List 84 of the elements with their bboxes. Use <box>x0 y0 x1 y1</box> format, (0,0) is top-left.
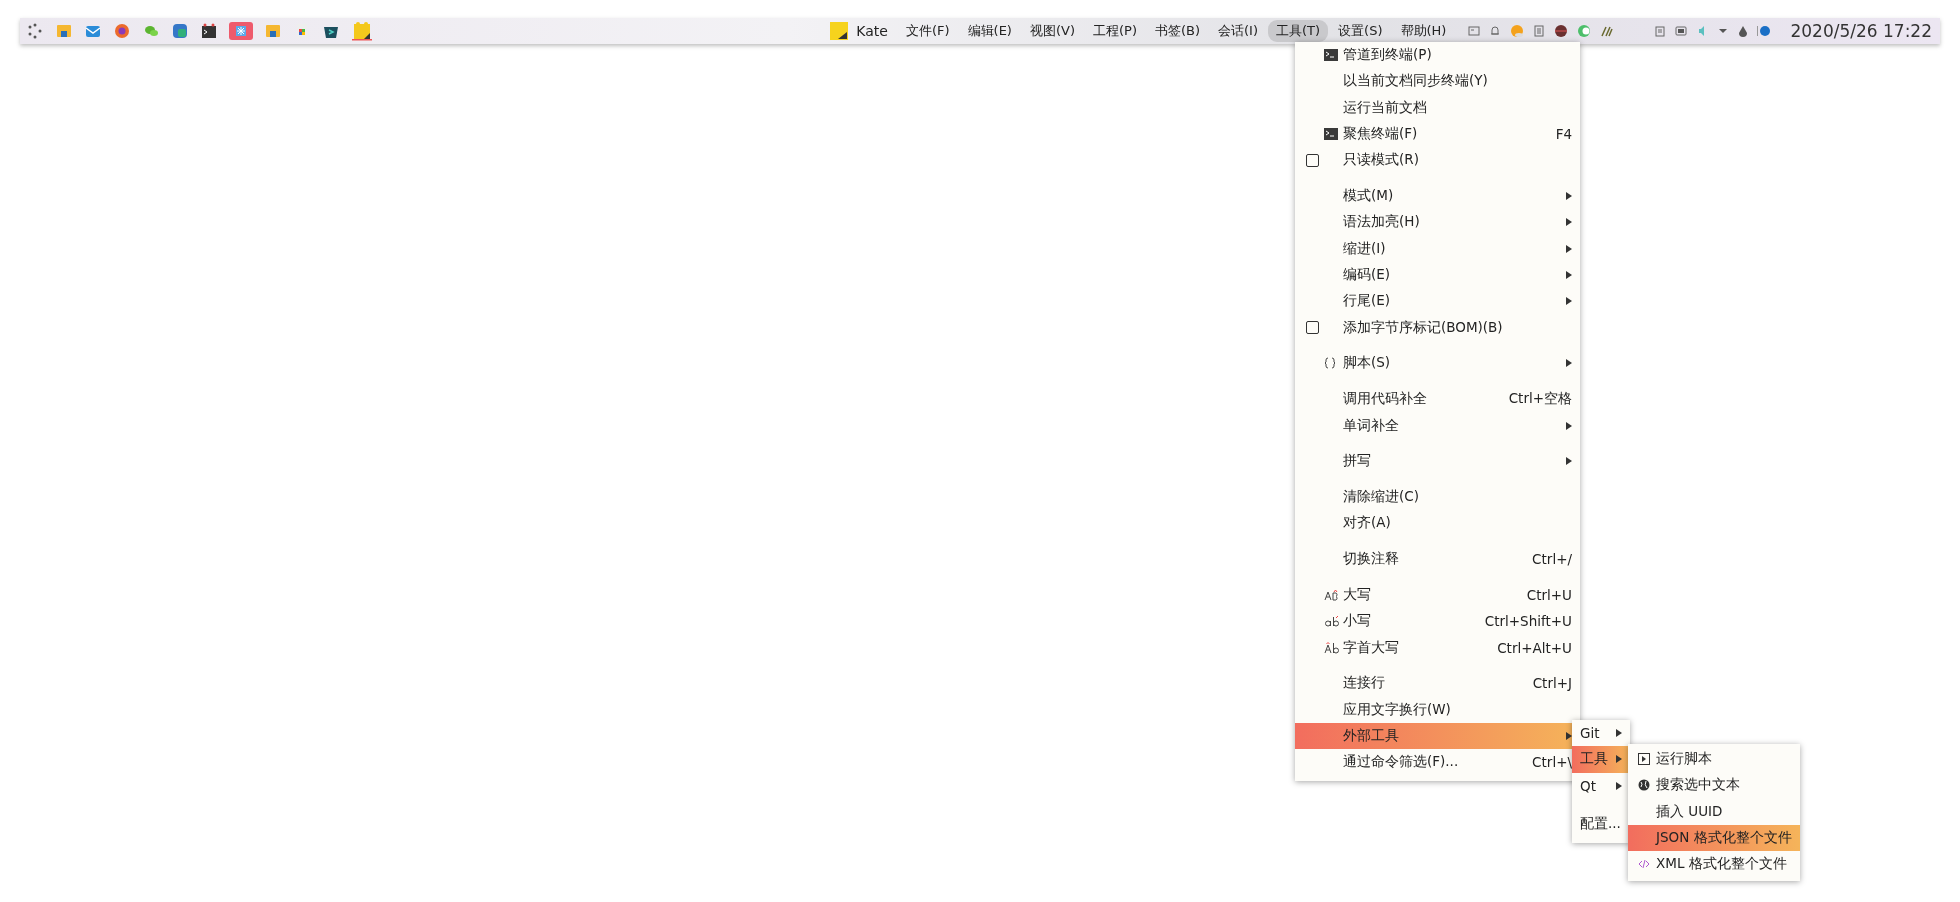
braces-icon <box>1324 357 1336 370</box>
note-icon <box>830 22 849 40</box>
feather-icon[interactable] <box>1600 24 1615 38</box>
menu-bar-item[interactable]: 帮助(H) <box>1392 20 1455 42</box>
submenu-arrow-icon <box>1566 359 1572 368</box>
menu-item[interactable]: 字首大写 Ctrl+Alt+U <box>1295 634 1580 661</box>
menu-item[interactable]: 拼写 <box>1295 448 1580 475</box>
app-icon[interactable] <box>171 22 189 40</box>
submenu-arrow-icon <box>1616 755 1622 764</box>
submenu-arrow-icon <box>1566 731 1572 740</box>
menu-bar-item[interactable]: 会话(I) <box>1210 20 1266 42</box>
menu-item[interactable]: 管道到终端(P) <box>1295 42 1580 69</box>
app-name: Kate <box>856 23 888 39</box>
menu-item[interactable]: 运行当前文档 <box>1295 94 1580 121</box>
bell-icon[interactable] <box>1489 25 1502 37</box>
menu-item[interactable]: 大写 Ctrl+U <box>1295 581 1580 609</box>
menu-item[interactable]: 模式(M) <box>1295 183 1580 210</box>
menu-item[interactable]: 调用代码补全 Ctrl+空格 <box>1295 386 1580 413</box>
menu-bar-item[interactable]: 工程(P) <box>1085 20 1145 42</box>
menu-item[interactable]: 语法加亮(H) <box>1295 209 1580 236</box>
clipboard-icon[interactable] <box>1654 25 1667 37</box>
menu-item[interactable]: 以当前文档同步终端(Y) <box>1295 68 1580 95</box>
ball-icon[interactable] <box>1554 24 1569 38</box>
drive-icon[interactable] <box>1675 25 1688 37</box>
terminal-icon[interactable] <box>200 22 218 40</box>
checkbox[interactable] <box>1306 153 1319 167</box>
terminal-icon <box>1324 128 1338 141</box>
note-icon[interactable] <box>351 21 373 41</box>
submenu-arrow-icon <box>1566 218 1572 227</box>
asterisk-icon[interactable] <box>229 22 253 40</box>
browser-icon[interactable] <box>113 22 131 40</box>
menu-bar-item[interactable]: 书签(B) <box>1146 20 1209 42</box>
menu-item[interactable]: 行尾(E) <box>1295 288 1580 315</box>
submenu-arrow-icon <box>1566 297 1572 306</box>
submenu-arrow-icon <box>1616 781 1622 790</box>
menu-item[interactable]: 清除缩进(C) <box>1295 483 1580 511</box>
menu-item[interactable]: XML 格式化整个文件 <box>1628 851 1800 878</box>
submenu-arrow-icon <box>1566 244 1572 253</box>
checkbox[interactable] <box>1306 321 1319 335</box>
menu-item[interactable]: 脚本(S) <box>1295 350 1580 377</box>
uppercase-icon <box>1324 589 1340 601</box>
drop-icon[interactable] <box>1738 25 1749 37</box>
menu-item[interactable]: 添加字节序标记(BOM)(B) <box>1295 314 1580 341</box>
menu-item[interactable]: 切换注释 Ctrl+/ <box>1295 546 1580 573</box>
menu-bar-item[interactable]: 视图(V) <box>1021 20 1083 42</box>
menu-item[interactable]: 聚焦终端(F) F4 <box>1295 120 1580 148</box>
menu-item[interactable]: JSON 格式化整个文件 <box>1628 824 1800 852</box>
menu-bar-item[interactable]: 文件(F) <box>897 20 958 42</box>
document-icon[interactable] <box>1533 25 1546 37</box>
menu-item[interactable]: 搜索选中文本 <box>1628 772 1800 799</box>
menu-bar-item[interactable]: 设置(S) <box>1330 20 1391 42</box>
menu-item[interactable]: 缩进(I) <box>1295 235 1580 262</box>
dots-icon[interactable] <box>26 22 44 40</box>
folder-icon[interactable] <box>55 22 73 40</box>
lowercase-icon <box>1324 615 1340 628</box>
clock: 2020/5/26 17:22 <box>1790 21 1932 41</box>
menu-item[interactable]: 连接行 Ctrl+J <box>1295 670 1580 697</box>
menu-item[interactable]: 工具 <box>1572 746 1630 773</box>
terminal-icon <box>1324 49 1338 62</box>
menu-item[interactable]: 只读模式(R) <box>1295 147 1580 174</box>
menu-item[interactable]: 运行脚本 <box>1628 746 1800 773</box>
submenu-arrow-icon <box>1566 192 1572 201</box>
menu-bar-item[interactable]: 工具(T) <box>1268 20 1329 42</box>
code-icon <box>1638 858 1650 871</box>
menu-item[interactable]: 单词补全 <box>1295 412 1580 439</box>
folder-icon[interactable] <box>264 22 282 40</box>
menu-item[interactable]: 插入 UUID <box>1628 798 1800 825</box>
menu-item[interactable]: 应用文字换行(W) <box>1295 696 1580 723</box>
menu-item[interactable]: 配置... <box>1572 810 1630 838</box>
menu-item[interactable]: Qt <box>1572 772 1630 799</box>
submenu-arrow-icon <box>1616 729 1622 738</box>
menu-bar-item[interactable]: 编辑(E) <box>959 20 1020 42</box>
leaf-icon[interactable] <box>1577 24 1592 38</box>
submenu-arrow-icon <box>1566 271 1572 279</box>
menu-item[interactable]: 对齐(A) <box>1295 510 1580 537</box>
submenu-arrow-icon <box>1566 421 1572 430</box>
menu-item[interactable]: 编码(E) <box>1295 261 1580 289</box>
window-icon[interactable] <box>1468 25 1481 37</box>
capitalize-icon <box>1324 641 1340 654</box>
play-icon <box>1638 753 1650 766</box>
menu-item[interactable]: 小写 Ctrl+Shift+U <box>1295 608 1580 635</box>
submenu-arrow-icon <box>1566 457 1572 466</box>
dot-icon[interactable] <box>1757 24 1772 38</box>
globe-icon <box>1638 779 1650 792</box>
